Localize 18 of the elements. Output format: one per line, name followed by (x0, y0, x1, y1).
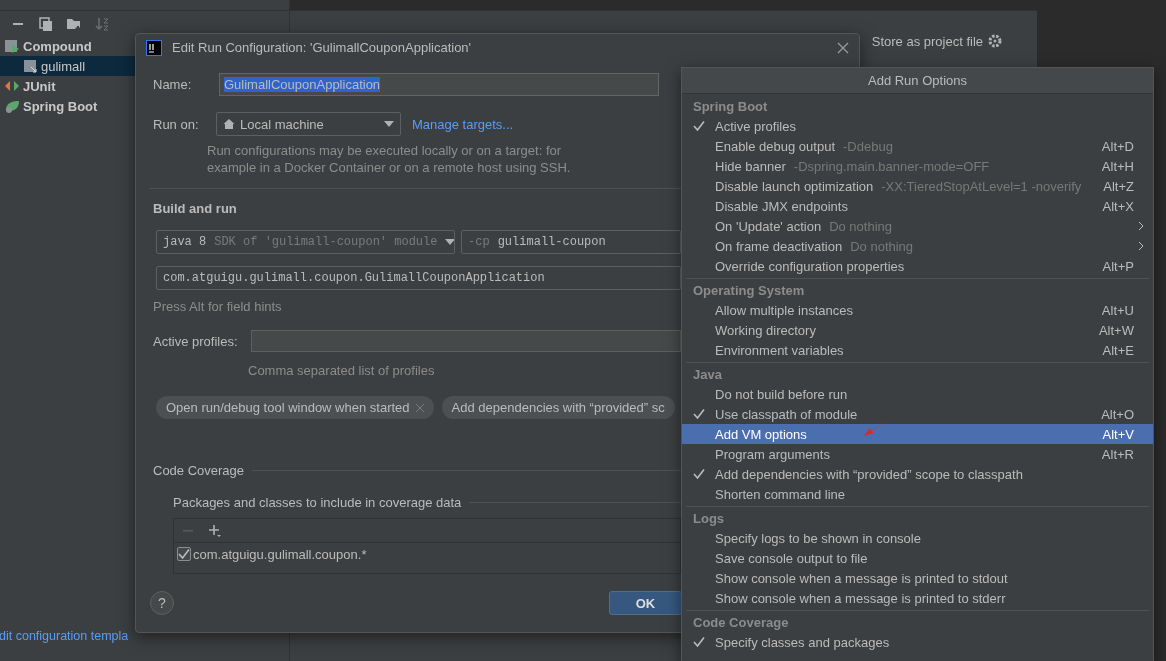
name-label: Name: (153, 77, 193, 92)
group-title: Code Coverage (693, 614, 789, 630)
group-title: Java (693, 366, 722, 382)
section-title: Build and run (153, 201, 238, 216)
package-pattern: com.atguigu.gulimall.coupon.* (193, 546, 367, 562)
group-title: Spring Boot (693, 98, 768, 114)
group-title: Logs (693, 510, 725, 526)
run-on-description: Run configurations may be executed locally or on a target: for example in a Docker Container or on a remote host using SSH. (207, 142, 572, 176)
active-profiles-hint: Comma separated list of profiles (248, 362, 436, 379)
popup-title: Add Run Options (682, 68, 1153, 94)
dialog-title: Edit Run Configuration: 'GulimallCouponApplication' (172, 40, 473, 55)
group-title: Operating System (693, 282, 805, 298)
store-label: Store as project file (871, 33, 983, 49)
section-title: Code Coverage (153, 463, 245, 478)
run-on-label: Run on: (153, 116, 200, 132)
active-profiles-label: Active profiles: (153, 333, 239, 349)
packages-label: Packages and classes to include in coverage data (173, 495, 462, 510)
field-hints-text: Press Alt for field hints (153, 298, 283, 315)
